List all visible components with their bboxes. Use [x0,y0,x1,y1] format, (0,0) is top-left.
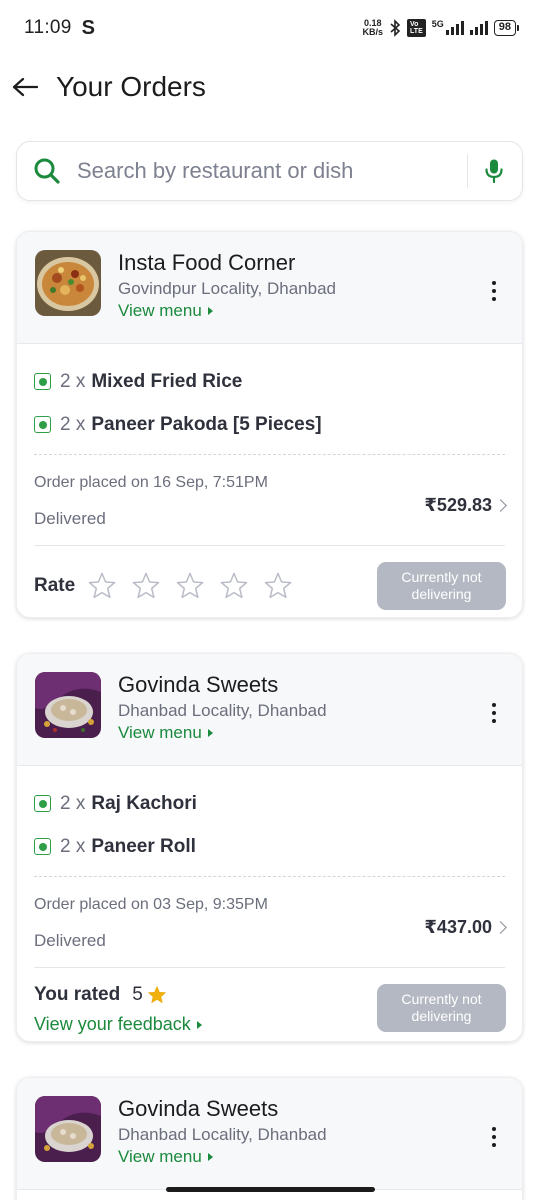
star-icon[interactable] [263,571,293,601]
price-value: ₹437.00 [424,917,492,937]
restaurant-info: Govinda Sweets Dhanbad Locality, Dhanbad… [118,1094,327,1189]
view-feedback-label: View your feedback [34,1014,191,1034]
restaurant-name: Insta Food Corner [118,250,296,275]
star-icon[interactable] [219,571,249,601]
search-icon [33,156,63,186]
order-items: 2 x Mixed Fried Rice 2 x Paneer Pakoda [… [17,344,522,446]
caret-right-icon [207,307,213,315]
restaurant-info: Govinda Sweets Dhanbad Locality, Dhanbad… [118,670,327,765]
view-menu-link[interactable]: View menu [118,300,213,322]
search-bar[interactable] [16,141,523,201]
signal-icon-1 [445,21,464,35]
order-item: 2 x Paneer Roll [34,825,505,868]
item-name: Raj Kachori [91,792,197,814]
star-rating[interactable] [87,571,293,601]
view-menu-link[interactable]: View menu [118,1146,213,1168]
page-header: Your Orders [0,62,540,112]
item-name: Mixed Fried Rice [91,370,243,392]
item-quantity: 2 x [60,370,86,392]
order-summary: Order placed on 16 Sep, 7:51PM Delivered… [17,455,522,545]
more-options-icon[interactable] [484,1124,504,1150]
status-bar: 11:09 S 0.18 KB/s Vo LTE 5G 98 [0,0,540,56]
order-summary: Order placed on 03 Sep, 9:35PM Delivered… [17,877,522,967]
chevron-right-icon [494,921,507,934]
star-icon[interactable] [131,571,161,601]
search-divider [467,154,468,188]
item-name: Paneer Roll [91,835,196,857]
signal-icon-2 [469,21,488,35]
page-title: Your Orders [56,71,206,102]
restaurant-thumbnail [35,250,101,316]
item-quantity: 2 x [60,413,86,435]
status-time: 11:09 [24,17,72,38]
rated-value: 5 [132,984,143,1005]
order-placed-time: Order placed on 03 Sep, 9:35PM [34,896,268,913]
restaurant-name: Govinda Sweets [118,672,279,697]
rate-label: Rate [34,575,76,596]
restaurant-thumbnail [35,1096,101,1162]
star-icon[interactable] [175,571,205,601]
view-feedback-link[interactable]: View your feedback [34,1014,202,1035]
order-card[interactable]: Govinda Sweets Dhanbad Locality, Dhanbad… [16,653,523,1042]
restaurant-thumbnail [35,672,101,738]
chevron-right-icon [494,499,507,512]
rated-label: You rated [34,984,121,1005]
app-notification-badge: S [81,16,95,39]
order-price[interactable]: ₹437.00 [424,917,507,938]
restaurant-header: Govinda Sweets Dhanbad Locality, Dhanbad… [17,654,522,766]
item-name: Paneer Pakoda [5 Pieces] [91,413,322,435]
more-options-icon[interactable] [484,700,504,726]
view-menu-label: View menu [118,301,202,320]
rated-row: You rated 5 View your feedback Currently… [17,968,522,1041]
search-input[interactable] [77,158,459,184]
restaurant-locality: Dhanbad Locality, Dhanbad [118,701,327,720]
status-icons: 0.18 KB/s Vo LTE 5G 98 [363,19,520,37]
back-arrow-icon[interactable] [10,72,40,102]
rating-row: Rate Currently not delivering [17,546,522,617]
battery-icon: 98 [493,20,520,36]
veg-icon [34,373,51,390]
item-quantity: 2 x [60,792,86,814]
not-delivering-badge: Currently not delivering [377,984,506,1032]
volte-icon: Vo LTE [407,19,426,37]
restaurant-locality: Dhanbad Locality, Dhanbad [118,1125,327,1144]
caret-right-icon [196,1020,202,1029]
home-indicator[interactable] [166,1187,375,1192]
order-item: 2 x Mixed Fried Rice [34,360,505,403]
mic-icon[interactable] [482,156,506,186]
star-icon[interactable] [87,571,117,601]
view-menu-label: View menu [118,1147,202,1166]
view-menu-link[interactable]: View menu [118,722,213,744]
veg-icon [34,795,51,812]
restaurant-locality: Govindpur Locality, Dhanbad [118,279,336,298]
caret-right-icon [207,1153,213,1161]
restaurant-header: Govinda Sweets Dhanbad Locality, Dhanbad… [17,1078,522,1190]
order-card[interactable]: Insta Food Corner Govindpur Locality, Dh… [16,231,523,618]
network-type: 5G [431,19,444,29]
restaurant-header: Insta Food Corner Govindpur Locality, Dh… [17,232,522,344]
veg-icon [34,838,51,855]
net-speed: 0.18 KB/s [363,19,384,37]
veg-icon [34,416,51,433]
more-options-icon[interactable] [484,278,504,304]
item-quantity: 2 x [60,835,86,857]
price-value: ₹529.83 [424,495,492,515]
order-items: 2 x Raj Kachori 2 x Paneer Roll [17,766,522,868]
restaurant-name: Govinda Sweets [118,1096,279,1121]
caret-right-icon [207,729,213,737]
star-filled-icon [148,986,166,1003]
order-item: 2 x Paneer Pakoda [5 Pieces] [34,403,505,446]
order-item: 2 x Raj Kachori [34,782,505,825]
not-delivering-badge: Currently not delivering [377,562,506,610]
order-card[interactable]: Govinda Sweets Dhanbad Locality, Dhanbad… [16,1077,523,1200]
bluetooth-icon [390,19,401,37]
restaurant-info: Insta Food Corner Govindpur Locality, Dh… [118,248,336,343]
order-price[interactable]: ₹529.83 [424,495,507,516]
net-speed-unit: KB/s [362,27,384,37]
order-placed-time: Order placed on 16 Sep, 7:51PM [34,474,268,491]
view-menu-label: View menu [118,723,202,742]
